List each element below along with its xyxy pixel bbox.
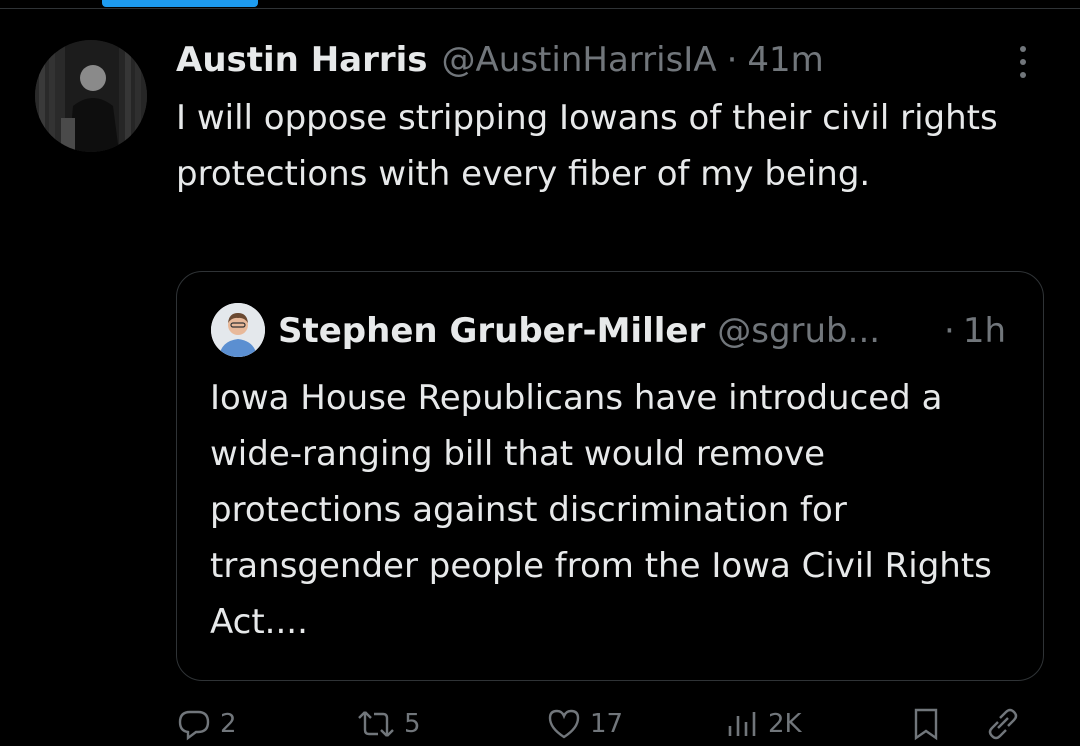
separator-dot: · [944, 311, 955, 351]
like-count: 17 [590, 709, 624, 739]
reply-icon [178, 710, 210, 741]
bookmark-icon [914, 708, 938, 741]
tweet-text: I will oppose stripping Iowans of their … [176, 98, 998, 194]
reply-count: 2 [220, 709, 237, 739]
active-tab-indicator [102, 0, 258, 7]
share-button[interactable] [984, 706, 1022, 742]
quoted-author-name: Stephen Gruber-Miller [278, 311, 706, 351]
more-dot [1020, 46, 1026, 52]
tweet-action-bar: 2 5 17 2K [176, 706, 1036, 746]
bookmark-button[interactable] [910, 706, 942, 742]
heart-icon [548, 709, 580, 739]
more-dot [1020, 59, 1026, 65]
author-avatar[interactable] [35, 40, 147, 152]
top-divider [0, 8, 1080, 9]
views-button[interactable]: 2K [724, 706, 802, 742]
quoted-tweet-header: Stephen Gruber-Miller @sgrub... [278, 309, 880, 353]
views-count: 2K [768, 709, 802, 739]
repost-count: 5 [404, 709, 421, 739]
tweet-timestamp[interactable]: 41m [747, 40, 823, 80]
more-vertical-icon[interactable] [1010, 42, 1036, 82]
share-icon [988, 708, 1018, 740]
more-dot [1020, 72, 1026, 78]
reply-button[interactable]: 2 [176, 706, 237, 742]
author-handle[interactable]: @AustinHarrisIA [442, 40, 717, 80]
tweet-header: Austin Harris @AustinHarrisIA · 41m [176, 38, 824, 82]
quoted-author-handle: @sgrub... [717, 311, 881, 351]
views-icon [728, 712, 756, 736]
like-button[interactable]: 17 [546, 706, 623, 742]
separator-dot: · [726, 40, 738, 80]
repost-icon [358, 711, 394, 737]
quoted-tweet-text: Iowa House Republicans have introduced a… [210, 378, 992, 642]
quoted-tweet-timestamp: 1h [962, 311, 1006, 351]
repost-button[interactable]: 5 [356, 706, 421, 742]
quoted-tweet-time: · 1h [944, 309, 1006, 353]
author-name[interactable]: Austin Harris [176, 40, 428, 80]
quoted-author-avatar [211, 303, 265, 357]
